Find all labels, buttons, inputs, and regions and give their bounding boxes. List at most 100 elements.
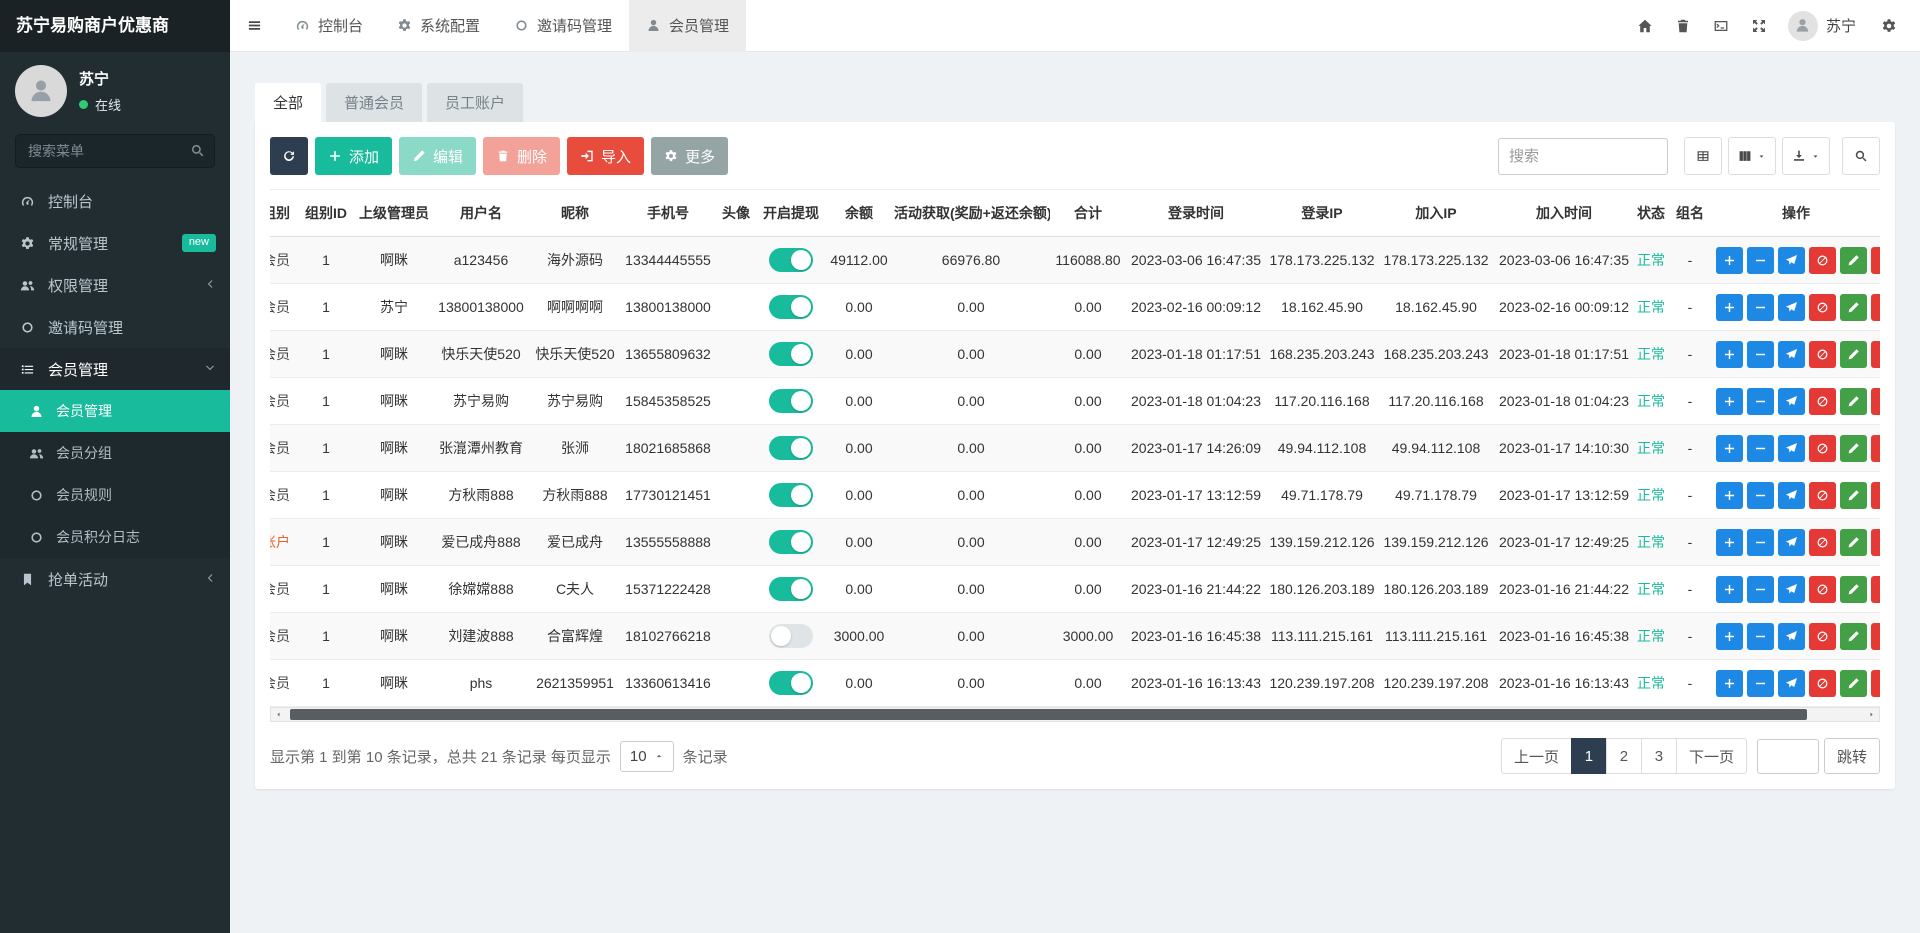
add-balance-button[interactable] [1716,670,1743,697]
withdraw-toggle[interactable] [769,483,813,507]
scrollbar-thumb[interactable] [290,709,1807,720]
delete-member-button[interactable] [1871,529,1880,556]
column-header[interactable]: 登录时间 [1126,190,1266,237]
search-toggle-button[interactable] [1842,137,1880,175]
table-row[interactable]: 普通会员1啊眯快乐天使520快乐天使520136558096320.000.00… [270,331,1880,378]
filter-tab-normal-member[interactable]: 普通会员 [326,83,422,122]
next-page-button[interactable]: 下一页 [1676,738,1747,774]
table-row[interactable]: 普通会员1啊眯苏宁易购苏宁易购158453585250.000.000.0020… [270,378,1880,425]
column-header[interactable]: 余额 [826,190,892,237]
disable-member-button[interactable] [1809,670,1836,697]
withdraw-toggle[interactable] [769,671,813,695]
sidebar-toggle-button[interactable] [230,0,278,52]
send-message-button[interactable] [1778,388,1805,415]
add-balance-button[interactable] [1716,435,1743,462]
deduct-balance-button[interactable] [1747,435,1774,462]
page-button-1[interactable]: 1 [1571,738,1607,774]
column-header[interactable]: 上级管理员 [356,190,432,237]
gear-icon[interactable] [1870,0,1908,52]
add-balance-button[interactable] [1716,247,1743,274]
deduct-balance-button[interactable] [1747,247,1774,274]
topnav-avatar[interactable] [1788,11,1818,41]
send-message-button[interactable] [1778,529,1805,556]
sidebar-item-invite-code[interactable]: 邀请码管理 [0,306,230,348]
add-balance-button[interactable] [1716,623,1743,650]
trash-icon[interactable] [1664,0,1702,52]
disable-member-button[interactable] [1809,247,1836,274]
table-row[interactable]: 普通会员1啊眯刘建波888合富辉煌181027662183000.000.003… [270,613,1880,660]
disable-member-button[interactable] [1809,435,1836,462]
send-message-button[interactable] [1778,482,1805,509]
delete-member-button[interactable] [1871,435,1880,462]
edit-member-button[interactable] [1840,576,1867,603]
disable-member-button[interactable] [1809,529,1836,556]
table-row[interactable]: 普通会员1苏宁13800138000啊啊啊啊138001380000.000.0… [270,284,1880,331]
send-message-button[interactable] [1778,623,1805,650]
add-balance-button[interactable] [1716,576,1743,603]
column-header[interactable]: 操作 [1712,190,1880,237]
columns-button[interactable] [1728,137,1776,175]
prev-page-button[interactable]: 上一页 [1501,738,1572,774]
column-header[interactable]: 登录IP [1266,190,1378,237]
sidebar-item-auth[interactable]: 权限管理 [0,264,230,306]
deduct-balance-button[interactable] [1747,576,1774,603]
column-header[interactable]: 用户名 [432,190,530,237]
sidebar-item-member[interactable]: 会员管理 [0,348,230,390]
scroll-left-arrow-icon[interactable] [271,708,286,721]
edit-member-button[interactable] [1840,247,1867,274]
delete-member-button[interactable] [1871,388,1880,415]
edit-member-button[interactable] [1840,435,1867,462]
send-message-button[interactable] [1778,247,1805,274]
edit-member-button[interactable] [1840,294,1867,321]
scroll-right-arrow-icon[interactable] [1864,708,1879,721]
delete-member-button[interactable] [1871,294,1880,321]
disable-member-button[interactable] [1809,576,1836,603]
disable-member-button[interactable] [1809,623,1836,650]
deduct-balance-button[interactable] [1747,341,1774,368]
column-header[interactable]: 组别 [270,190,296,237]
filter-tab-all[interactable]: 全部 [255,83,321,122]
withdraw-toggle[interactable] [769,248,813,272]
send-message-button[interactable] [1778,576,1805,603]
column-header[interactable]: 昵称 [530,190,620,237]
column-header[interactable]: 头像 [716,190,756,237]
edit-member-button[interactable] [1840,623,1867,650]
add-balance-button[interactable] [1716,529,1743,556]
deduct-balance-button[interactable] [1747,670,1774,697]
disable-member-button[interactable] [1809,341,1836,368]
column-header[interactable]: 组别ID [296,190,356,237]
topnav-tab-invite-code[interactable]: 邀请码管理 [497,0,629,52]
terminal-icon[interactable] [1702,0,1740,52]
column-header[interactable]: 状态 [1634,190,1668,237]
topnav-tab-system-config[interactable]: 系统配置 [380,0,497,52]
withdraw-toggle[interactable] [769,342,813,366]
add-balance-button[interactable] [1716,294,1743,321]
edit-member-button[interactable] [1840,482,1867,509]
column-header[interactable]: 活动获取(奖励+返还余额) [892,190,1050,237]
delete-button[interactable]: 删除 [483,137,560,175]
menu-search-input[interactable] [15,134,215,168]
edit-member-button[interactable] [1840,388,1867,415]
deduct-balance-button[interactable] [1747,529,1774,556]
delete-member-button[interactable] [1871,670,1880,697]
withdraw-toggle[interactable] [769,624,813,648]
withdraw-toggle[interactable] [769,389,813,413]
page-button-2[interactable]: 2 [1606,738,1642,774]
delete-member-button[interactable] [1871,247,1880,274]
delete-member-button[interactable] [1871,576,1880,603]
table-row[interactable]: 普通会员1啊眯张潉潭州教育张浉180216858680.000.000.0020… [270,425,1880,472]
sidebar-item-dashboard[interactable]: 控制台 [0,180,230,222]
edit-button[interactable]: 编辑 [399,137,476,175]
add-button[interactable]: 添加 [315,137,392,175]
column-header[interactable]: 组名 [1668,190,1712,237]
fullscreen-icon[interactable] [1740,0,1778,52]
delete-member-button[interactable] [1871,341,1880,368]
sidebar-item-general[interactable]: 常规管理new [0,222,230,264]
edit-member-button[interactable] [1840,529,1867,556]
detail-view-button[interactable] [1684,137,1722,175]
delete-member-button[interactable] [1871,482,1880,509]
sidebar-item-member-rule[interactable]: 会员规则 [0,474,230,516]
topnav-tab-member-manage[interactable]: 会员管理 [629,0,746,52]
topnav-tab-dashboard[interactable]: 控制台 [278,0,380,52]
home-icon[interactable] [1626,0,1664,52]
